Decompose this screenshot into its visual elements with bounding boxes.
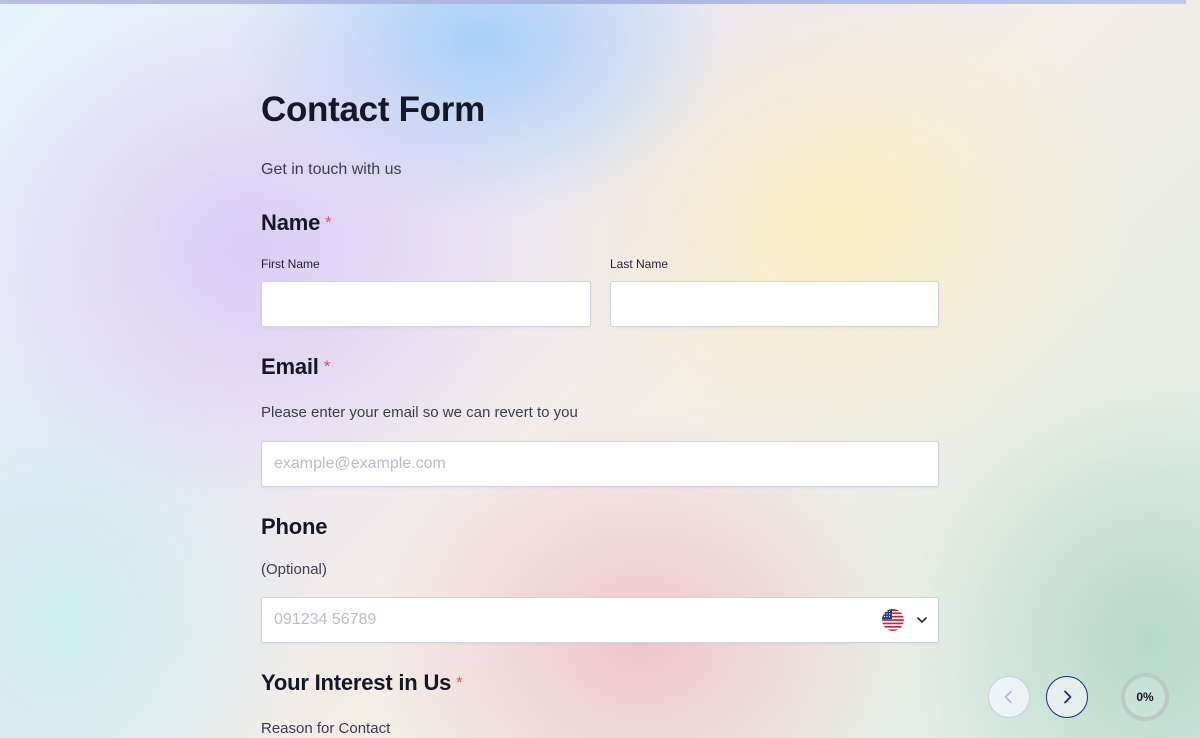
email-label: Email * xyxy=(261,354,330,380)
email-field[interactable] xyxy=(261,441,939,487)
form-title: Contact Form xyxy=(261,90,485,129)
previous-button[interactable] xyxy=(988,676,1030,718)
progress-top-bar xyxy=(0,0,1186,4)
email-label-text: Email xyxy=(261,354,319,379)
form-subtitle: Get in touch with us xyxy=(261,161,402,178)
phone-label: Phone xyxy=(261,514,328,539)
us-flag-icon xyxy=(882,609,904,631)
name-label-text: Name xyxy=(261,210,321,235)
chevron-down-icon xyxy=(914,612,930,628)
first-name-field[interactable] xyxy=(261,281,591,327)
chevron-right-icon xyxy=(1058,688,1076,706)
phone-field[interactable] xyxy=(262,598,862,642)
interest-description: Reason for Contact xyxy=(261,720,391,737)
required-marker: * xyxy=(456,673,463,692)
phone-field-container xyxy=(261,597,939,643)
chevron-left-icon xyxy=(1000,688,1018,706)
last-name-label: Last Name xyxy=(610,257,669,271)
required-marker: * xyxy=(323,357,331,376)
name-label: Name * xyxy=(261,210,332,236)
progress-percentage: 0% xyxy=(1136,690,1154,704)
first-name-label: First Name xyxy=(261,257,320,271)
last-name-field[interactable] xyxy=(610,281,939,327)
phone-description: (Optional) xyxy=(261,561,327,578)
next-button[interactable] xyxy=(1046,676,1088,718)
progress-indicator: 0% xyxy=(1120,672,1170,722)
interest-label-text: Your Interest in Us xyxy=(261,670,452,695)
required-marker: * xyxy=(325,213,332,232)
interest-label: Your Interest in Us * xyxy=(261,670,463,696)
country-code-select[interactable] xyxy=(882,608,930,632)
email-description: Please enter your email so we can revert… xyxy=(261,404,578,421)
